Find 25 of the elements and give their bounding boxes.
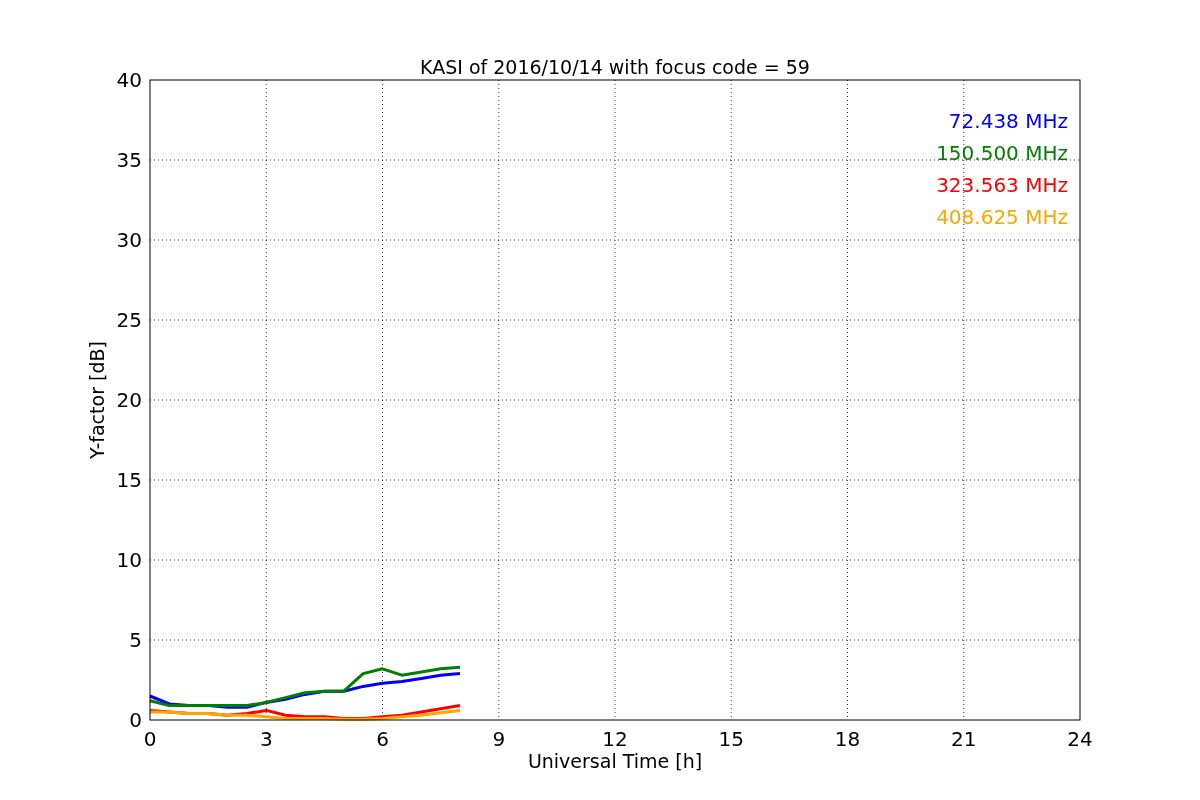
x-tick-label: 15 <box>718 727 744 751</box>
y-tick-label: 30 <box>116 228 142 252</box>
x-tick-label: 9 <box>492 727 506 751</box>
legend-label: 72.438 MHz <box>948 109 1068 133</box>
y-tick-label: 0 <box>129 708 142 732</box>
y-tick-label: 40 <box>116 68 142 92</box>
x-tick-label: 0 <box>143 727 157 751</box>
y-tick-label: 20 <box>116 388 142 412</box>
y-axis-label: Y-factor [dB] <box>86 341 108 459</box>
x-axis-label: Universal Time [h] <box>527 750 703 772</box>
legend-label: 408.625 MHz <box>936 205 1068 229</box>
legend-label: 150.500 MHz <box>936 141 1068 165</box>
y-tick-label: 35 <box>116 148 142 172</box>
x-tick-label: 12 <box>602 727 628 751</box>
x-tick-label: 24 <box>1067 727 1093 751</box>
y-tick-label: 10 <box>116 548 142 572</box>
y-tick-label: 15 <box>116 468 142 492</box>
legend-label: 323.563 MHz <box>936 173 1068 197</box>
y-tick-label: 25 <box>116 308 142 332</box>
y-tick-label: 5 <box>129 628 142 652</box>
x-tick-label: 18 <box>834 727 861 751</box>
x-tick-label: 3 <box>259 727 273 751</box>
chart-title: KASI of 2016/10/14 with focus code = 59 <box>420 56 810 78</box>
x-tick-label: 6 <box>376 727 389 751</box>
x-tick-label: 21 <box>951 727 977 751</box>
